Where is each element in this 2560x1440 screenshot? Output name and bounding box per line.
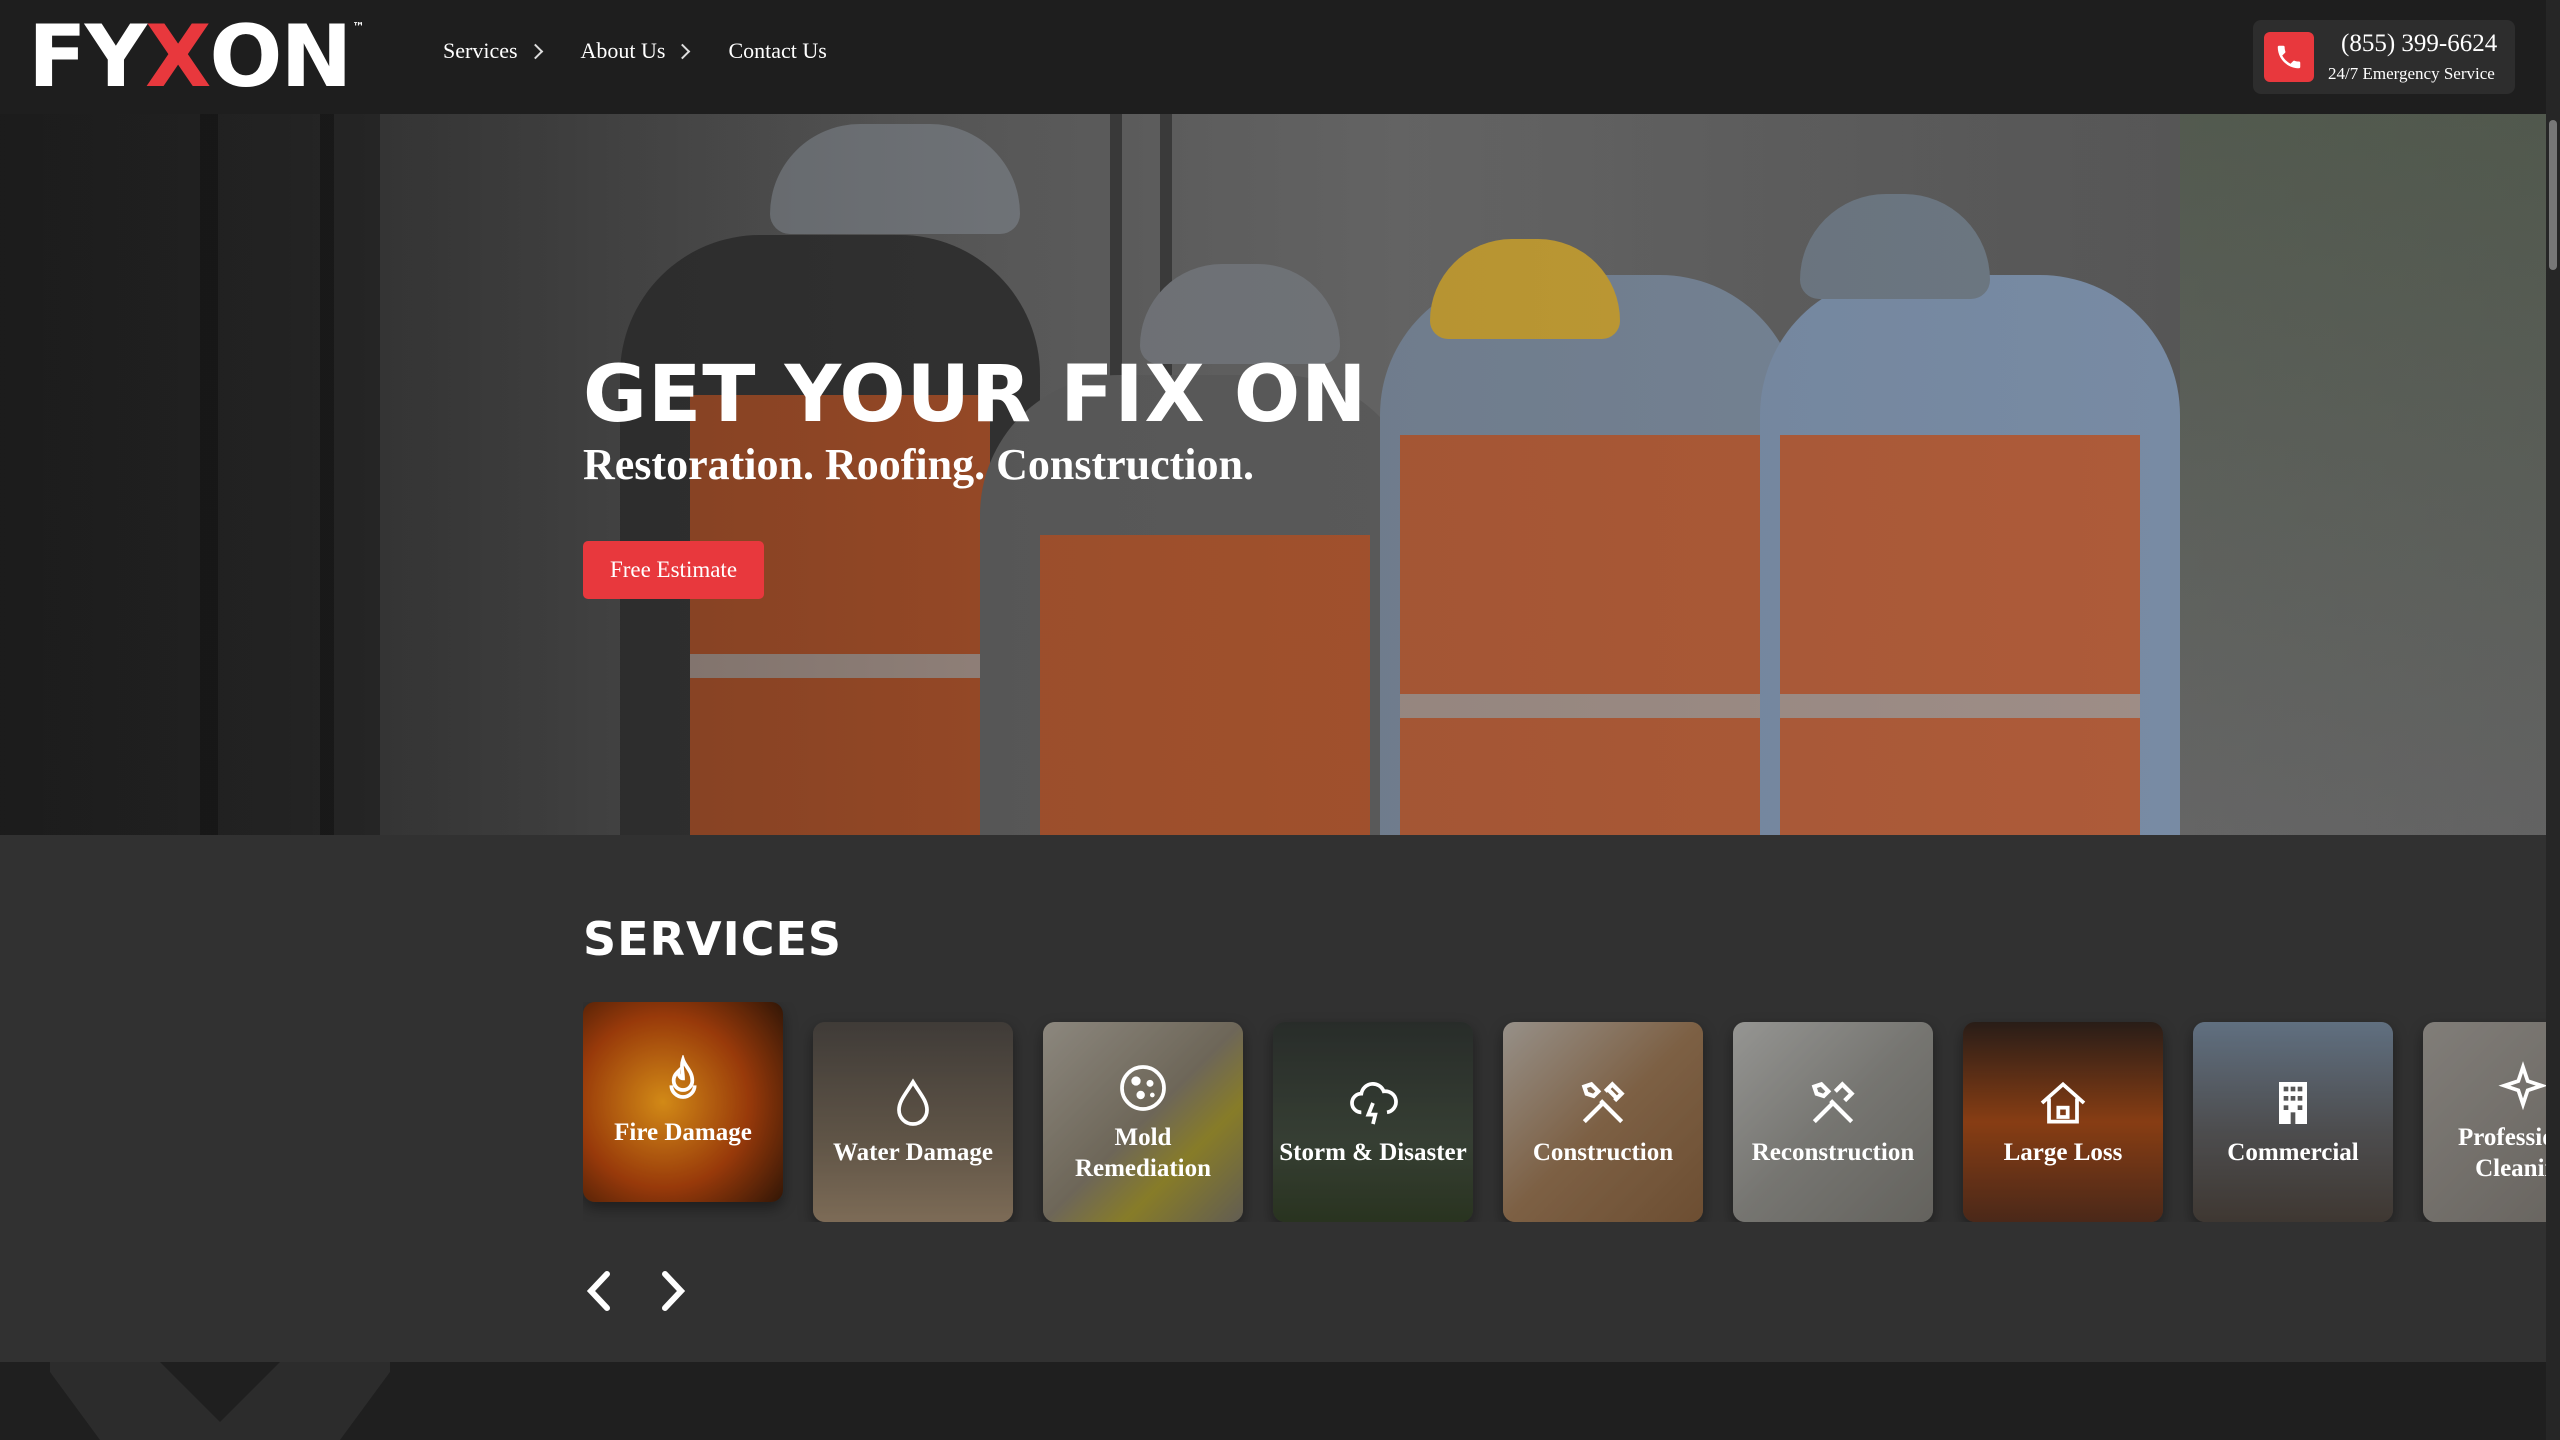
free-estimate-button[interactable]: Free Estimate <box>583 541 764 599</box>
page-scrollbar[interactable] <box>2546 0 2560 1440</box>
phone-icon <box>2264 32 2314 82</box>
nav-item-about-us[interactable]: About Us <box>581 38 691 64</box>
hero-title: GET YOUR FIX ON <box>583 350 1368 440</box>
service-label: Construction <box>1532 1139 1674 1167</box>
chevron-right-icon <box>662 1271 686 1311</box>
decorative-x-shape <box>50 1362 390 1440</box>
fyxon-logo[interactable]: FY X ON ™ <box>28 14 364 100</box>
service-card-fire-damage[interactable]: Fire Damage <box>583 1002 783 1202</box>
scrollbar-thumb[interactable] <box>2549 120 2557 270</box>
chevron-left-icon <box>586 1271 610 1311</box>
service-label: Commercial <box>2227 1139 2359 1167</box>
service-card-commercial[interactable]: Commercial <box>2193 1022 2393 1222</box>
footer-band <box>0 1362 2546 1440</box>
mold-icon <box>1120 1064 1166 1111</box>
nav-item-services[interactable]: Services <box>443 38 543 64</box>
service-label: Professional Cleaning <box>2457 1123 2546 1182</box>
service-card-storm-disaster[interactable]: Storm & Disaster <box>1273 1022 1473 1222</box>
service-label: Water Damage <box>833 1139 993 1167</box>
hero-banner: GET YOUR FIX ON Restoration. Roofing. Co… <box>0 114 2546 835</box>
service-card-large-loss[interactable]: Large Loss <box>1963 1022 2163 1222</box>
service-label: Reconstruction <box>1751 1139 1915 1167</box>
services-title: SERVICES <box>583 912 843 966</box>
tools-icon <box>1811 1081 1855 1124</box>
house-fire-icon <box>2040 1082 2086 1124</box>
service-card-water-damage[interactable]: Water Damage <box>813 1022 1013 1222</box>
service-label: Mold Remediation <box>1074 1123 1212 1182</box>
sparkle-icon <box>2498 1060 2546 1110</box>
service-label: Storm & Disaster <box>1279 1139 1467 1167</box>
hero-subtitle: Restoration. Roofing. Construction. <box>583 440 1254 489</box>
chevron-right-icon <box>675 43 691 59</box>
service-card-construction[interactable]: Construction <box>1503 1022 1703 1222</box>
service-card-reconstruction[interactable]: Reconstruction <box>1733 1022 1933 1222</box>
service-card-professional-cleaning[interactable]: Professional Cleaning <box>2423 1022 2546 1222</box>
carousel-prev-button[interactable] <box>583 1269 615 1313</box>
tools-icon <box>1581 1081 1625 1124</box>
carousel-arrows <box>583 1269 689 1313</box>
phone-number: (855) 399-6624 <box>2341 30 2498 57</box>
site-header: FY X ON ™ Services About Us Contact Us (855… <box>0 0 2546 114</box>
water-drop-icon <box>897 1078 929 1127</box>
services-carousel: Fire Damage Water Damage Mold Remediatio… <box>583 1002 2546 1222</box>
emergency-service-label: 24/7 Emergency Service <box>2328 64 2495 83</box>
chevron-right-icon <box>527 43 543 59</box>
service-label: Large Loss <box>2003 1139 2123 1167</box>
flame-icon <box>669 1055 697 1100</box>
service-card-mold-remediation[interactable]: Mold Remediation <box>1043 1022 1243 1222</box>
phone-call-button[interactable]: (855) 399-6624 24/7 Emergency Service <box>2253 20 2515 94</box>
carousel-next-button[interactable] <box>657 1269 689 1313</box>
nav-item-contact-us[interactable]: Contact Us <box>728 38 826 64</box>
storm-cloud-icon <box>1350 1082 1398 1125</box>
main-nav: Services About Us Contact Us <box>443 38 867 64</box>
services-section: SERVICES Fire Damage Water Damage Mold R… <box>0 835 2546 1362</box>
service-label: Fire Damage <box>614 1119 752 1147</box>
building-icon <box>2279 1082 2307 1125</box>
